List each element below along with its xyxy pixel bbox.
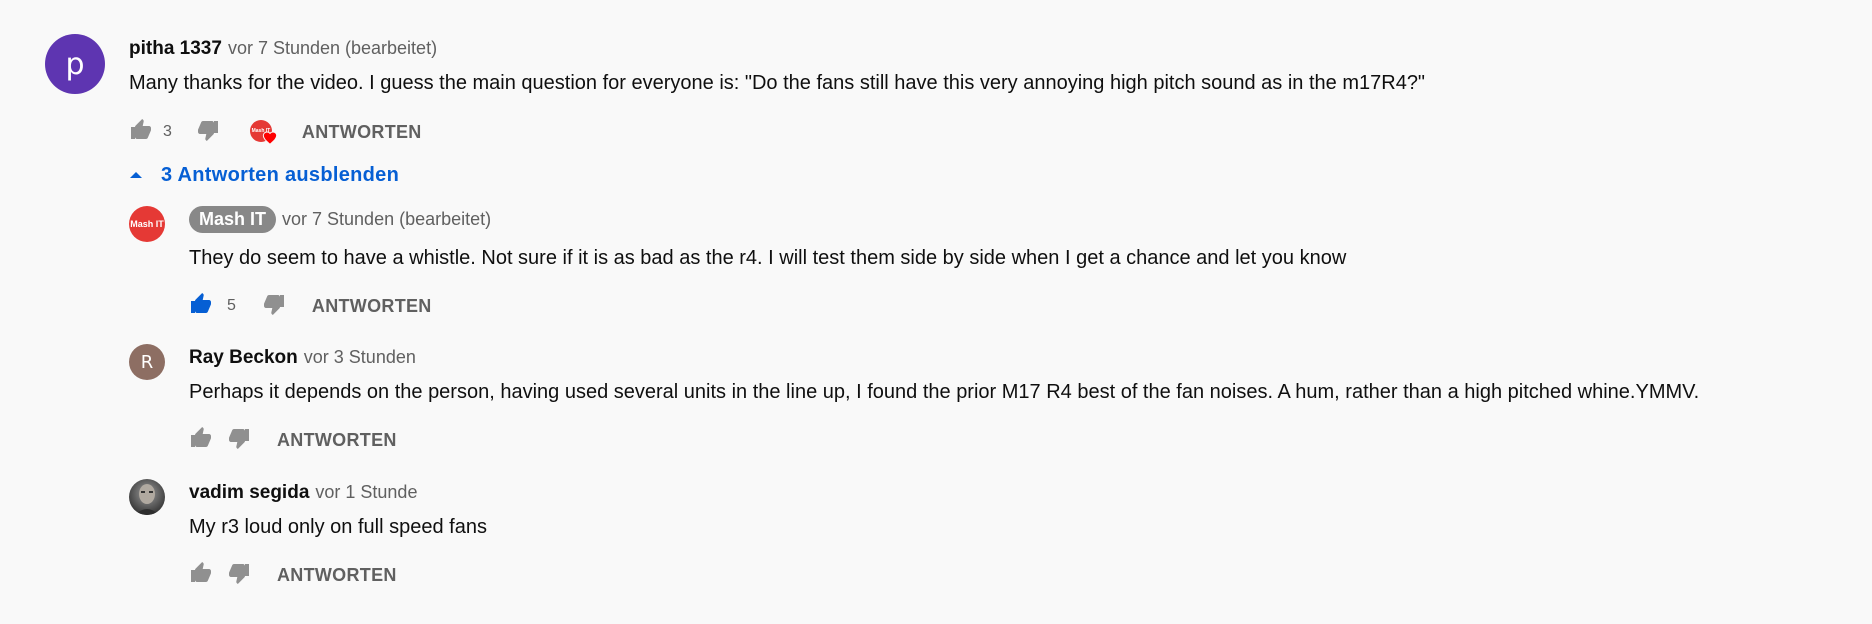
reply-button[interactable]: ANTWORTEN bbox=[312, 296, 432, 317]
dislike-icon[interactable] bbox=[262, 292, 286, 321]
like-icon[interactable] bbox=[189, 292, 213, 321]
avatar-letter: R bbox=[140, 351, 154, 373]
author-name[interactable]: Ray Beckon bbox=[189, 347, 298, 369]
author-badge[interactable]: Mash IT bbox=[189, 206, 277, 233]
author-name[interactable]: pitha 1337 bbox=[129, 38, 222, 60]
like-icon[interactable] bbox=[129, 118, 153, 147]
dislike-icon[interactable] bbox=[227, 561, 251, 590]
avatar-text: Mash IT bbox=[130, 219, 164, 229]
comment-actions: ANTWORTEN bbox=[189, 426, 397, 454]
avatar[interactable] bbox=[129, 479, 165, 515]
reply-header: Mash IT vor 7 Stunden (bearbeitet) bbox=[189, 206, 491, 233]
reply-button[interactable]: ANTWORTEN bbox=[302, 122, 422, 143]
avatar-photo-icon bbox=[135, 484, 159, 515]
like-count: 3 bbox=[163, 123, 172, 140]
reply-header: vadim segida vor 1 Stunde bbox=[189, 482, 417, 504]
comment-time[interactable]: vor 3 Stunden bbox=[304, 347, 416, 368]
comment-actions: 5 ANTWORTEN bbox=[189, 292, 432, 320]
comment-actions: 3 Mash IT ANTWORTEN bbox=[129, 118, 422, 146]
caret-up-icon bbox=[129, 167, 143, 185]
creator-heart-icon: Mash IT bbox=[249, 118, 280, 146]
comment-header: pitha 1337 vor 7 Stunden (bearbeitet) bbox=[129, 38, 437, 60]
like-count: 5 bbox=[227, 297, 236, 314]
reply-button[interactable]: ANTWORTEN bbox=[277, 430, 397, 451]
comment-time[interactable]: vor 1 Stunde bbox=[315, 482, 417, 503]
reply-header: Ray Beckon vor 3 Stunden bbox=[189, 347, 416, 369]
comment-text: My r3 loud only on full speed fans bbox=[189, 516, 487, 538]
comment-actions: ANTWORTEN bbox=[189, 561, 397, 589]
avatar[interactable]: p bbox=[45, 34, 105, 94]
dislike-icon[interactable] bbox=[227, 426, 251, 455]
avatar-letter: p bbox=[65, 46, 85, 82]
heart-icon bbox=[262, 131, 278, 145]
author-name[interactable]: vadim segida bbox=[189, 482, 309, 504]
comment-text: They do seem to have a whistle. Not sure… bbox=[189, 247, 1347, 269]
dislike-icon[interactable] bbox=[196, 118, 220, 147]
like-icon[interactable] bbox=[189, 561, 213, 590]
hide-replies-label[interactable]: 3 Antworten ausblenden bbox=[161, 164, 399, 187]
reply-button[interactable]: ANTWORTEN bbox=[277, 565, 397, 586]
hide-replies-button[interactable]: 3 Antworten ausblenden bbox=[129, 164, 399, 187]
avatar[interactable]: R bbox=[129, 344, 165, 380]
comment-text: Many thanks for the video. I guess the m… bbox=[129, 72, 1426, 94]
like-icon[interactable] bbox=[189, 426, 213, 455]
comment-time[interactable]: vor 7 Stunden (bearbeitet) bbox=[282, 209, 491, 230]
avatar[interactable]: Mash IT bbox=[129, 206, 165, 242]
comment-text: Perhaps it depends on the person, having… bbox=[189, 381, 1700, 403]
comment-time[interactable]: vor 7 Stunden (bearbeitet) bbox=[228, 38, 437, 59]
